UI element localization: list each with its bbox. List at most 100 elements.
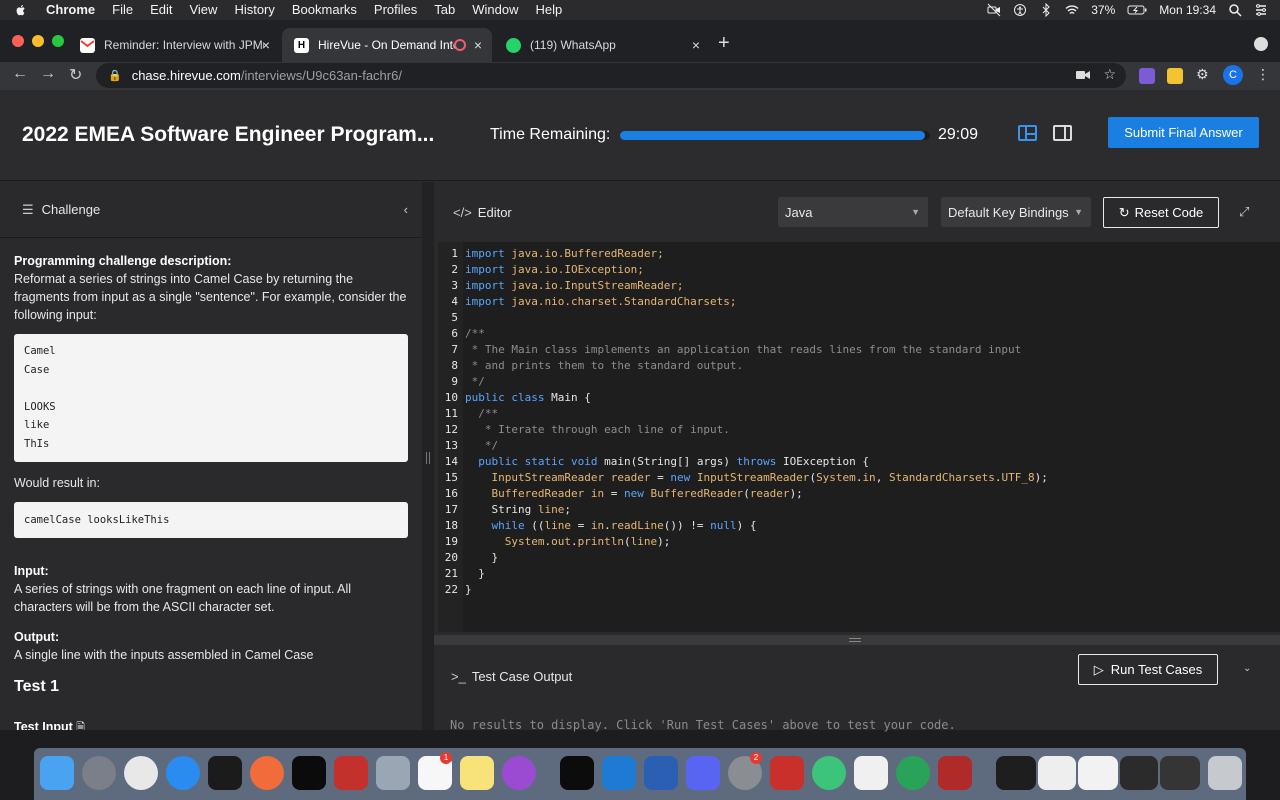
vscode-icon[interactable] — [602, 756, 636, 790]
editor-label: Editor — [477, 205, 512, 220]
side-layout-icon[interactable] — [1053, 125, 1072, 141]
new-tab-button[interactable]: + — [718, 32, 730, 55]
send-app-icon[interactable] — [812, 756, 846, 790]
run-test-cases-button[interactable]: ▷ Run Test Cases — [1078, 654, 1218, 685]
challenge-panel: ☰ Challenge ‹ Programming challenge desc… — [0, 182, 422, 730]
reset-code-button[interactable]: ↻ Reset Code — [1103, 197, 1219, 228]
copy-file-icon[interactable]: 🗎 — [76, 722, 85, 730]
chevron-down-icon[interactable]: ⌄ — [1243, 663, 1251, 674]
menu-profiles[interactable]: Profiles — [374, 0, 417, 20]
photo-booth-icon[interactable] — [938, 756, 972, 790]
camera-in-use-icon[interactable] — [1076, 69, 1090, 81]
preview-icon[interactable] — [376, 756, 410, 790]
bluetooth-icon[interactable] — [1039, 3, 1053, 17]
reload-icon[interactable]: ↻ — [69, 65, 82, 85]
terminal-app-icon[interactable] — [208, 756, 242, 790]
url-host: chase.hirevue.com — [131, 68, 241, 83]
address-bar[interactable]: 🔒 chase.hirevue.com/interviews/U9c63an-f… — [96, 63, 1126, 88]
panel-resize-handle[interactable] — [422, 182, 434, 730]
apple-icon[interactable] — [14, 3, 28, 17]
tab-whatsapp[interactable]: (119) WhatsApp × — [494, 28, 710, 62]
line-number: 19 — [444, 535, 458, 548]
trash-icon[interactable] — [1208, 756, 1242, 790]
hirevue-page: 2022 EMEA Software Engineer Program... T… — [0, 90, 1280, 732]
circle-app-icon[interactable] — [896, 756, 930, 790]
menubar-clock[interactable]: Mon 19:34 — [1159, 3, 1216, 17]
code-text: System.out.println(line); — [504, 535, 671, 548]
window-thumbnail[interactable] — [1120, 756, 1158, 790]
bookmark-star-icon[interactable]: ☆ — [1103, 66, 1116, 83]
tab-hirevue[interactable]: H HireVue - On Demand Inter × — [282, 28, 492, 62]
menu-tab[interactable]: Tab — [434, 0, 455, 20]
test-title: Test 1 — [14, 678, 60, 696]
profile-avatar[interactable]: C — [1223, 65, 1243, 85]
language-select[interactable]: Java ▼ — [778, 197, 928, 227]
keybindings-select[interactable]: Default Key Bindings ▼ — [941, 197, 1091, 227]
back-arrow-icon[interactable]: ← — [12, 65, 28, 83]
code-text: * The Main class implements an applicati… — [465, 343, 1022, 356]
video-off-icon[interactable] — [987, 3, 1001, 17]
window-thumbnail[interactable] — [1038, 756, 1076, 790]
textedit-icon[interactable] — [854, 756, 888, 790]
zoom-window-button[interactable] — [52, 35, 64, 47]
iterm-icon[interactable] — [560, 756, 594, 790]
close-window-button[interactable] — [12, 35, 24, 47]
window-thumbnail[interactable] — [1160, 756, 1200, 790]
extensions-puzzle-icon[interactable]: ⚙ — [1196, 66, 1212, 82]
split-layout-icon[interactable] — [1018, 125, 1037, 141]
finder-icon[interactable] — [40, 756, 74, 790]
code-text: public static void main(String[] args) t… — [478, 455, 870, 468]
test-output-label-group: >_ Test Case Output — [451, 669, 572, 684]
menu-window[interactable]: Window — [472, 0, 518, 20]
wifi-icon[interactable] — [1065, 3, 1079, 17]
menu-help[interactable]: Help — [536, 0, 563, 20]
close-tab-icon[interactable]: × — [692, 37, 700, 53]
line-number: 9 — [451, 375, 458, 388]
system-preferences-badge: 2 — [750, 752, 762, 764]
podcasts-icon[interactable] — [502, 756, 536, 790]
discord-icon[interactable] — [686, 756, 720, 790]
extension-icon[interactable] — [1139, 68, 1155, 84]
word-icon[interactable] — [644, 756, 678, 790]
spotlight-search-icon[interactable] — [1228, 3, 1242, 17]
submit-final-answer-button[interactable]: Submit Final Answer — [1108, 117, 1259, 148]
menu-history[interactable]: History — [234, 0, 274, 20]
tab-search-icon[interactable] — [1254, 37, 1268, 51]
battery-charging-icon[interactable] — [1127, 3, 1147, 17]
reset-icon: ↻ — [1118, 204, 1130, 220]
collapse-panel-icon[interactable]: ‹ — [404, 202, 408, 217]
launchpad-icon[interactable] — [82, 756, 116, 790]
notes-icon[interactable] — [460, 756, 494, 790]
safari-icon[interactable] — [166, 756, 200, 790]
menubar-status-area: 37% Mon 19:34 — [987, 0, 1268, 20]
red-box-app-icon[interactable] — [770, 756, 804, 790]
chrome-icon[interactable] — [124, 756, 158, 790]
database-icon[interactable] — [334, 756, 368, 790]
test-output-label: Test Case Output — [471, 669, 573, 684]
tab-gmail[interactable]: Reminder: Interview with JPMo × — [68, 28, 280, 62]
minimize-window-button[interactable] — [32, 35, 44, 47]
control-center-icon[interactable] — [1254, 3, 1268, 17]
highlighter-extension-icon[interactable] — [1167, 68, 1183, 84]
menu-app-name[interactable]: Chrome — [46, 0, 95, 20]
close-tab-icon[interactable]: × — [474, 37, 482, 53]
menu-view[interactable]: View — [189, 0, 217, 20]
code-text: /** — [465, 327, 485, 340]
accessibility-icon[interactable] — [1013, 3, 1027, 17]
expand-icon[interactable]: ⤢ — [1239, 204, 1249, 220]
menu-edit[interactable]: Edit — [150, 0, 172, 20]
window-controls — [12, 35, 64, 47]
forward-arrow-icon[interactable]: → — [40, 65, 56, 83]
chrome-menu-icon[interactable]: ⋮ — [1256, 66, 1270, 83]
menu-bookmarks[interactable]: Bookmarks — [292, 0, 357, 20]
code-text: */ — [465, 439, 499, 452]
menu-file[interactable]: File — [112, 0, 133, 20]
close-tab-icon[interactable]: × — [262, 37, 270, 53]
test-output-header: >_ Test Case Output ▷ Run Test Cases ⌄ — [434, 645, 1280, 705]
window-thumbnail[interactable] — [996, 756, 1036, 790]
postman-icon[interactable] — [250, 756, 284, 790]
output-resize-handle[interactable] — [434, 635, 1280, 645]
intellij-icon[interactable] — [292, 756, 326, 790]
window-thumbnail[interactable] — [1078, 756, 1118, 790]
code-editor[interactable]: 1 import java.io.BufferedReader; 2 import j… — [438, 242, 1280, 632]
